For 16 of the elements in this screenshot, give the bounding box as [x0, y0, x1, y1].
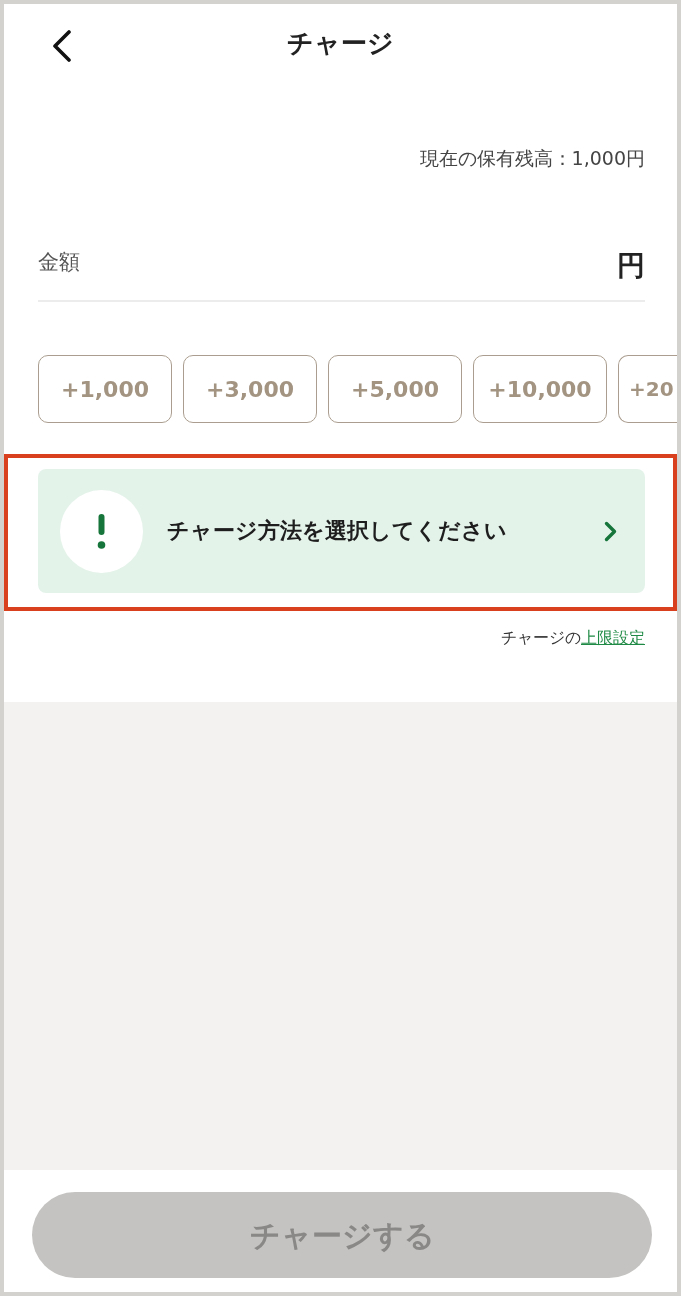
quick-amount-button[interactable]: +10,000 [473, 355, 607, 423]
quick-amount-button[interactable]: +1,000 [38, 355, 172, 423]
limit-setting-link[interactable]: 上限設定 [581, 628, 645, 647]
back-chevron-icon [51, 30, 73, 62]
balance-text: 現在の保有残高：1,000円 [419, 146, 645, 171]
amount-label: 金額 [38, 249, 80, 276]
amount-field[interactable]: 金額 円 [38, 242, 645, 302]
exclamation-icon [60, 489, 143, 573]
charge-method-prompt[interactable]: チャージ方法を選択してください [38, 469, 645, 593]
chevron-right-icon [604, 520, 617, 542]
quick-amount-button[interactable]: +5,000 [328, 355, 462, 423]
limit-setting-note: チャージの上限設定 [501, 627, 645, 649]
quick-amount-button[interactable]: +3,000 [183, 355, 317, 423]
currency-unit: 円 [617, 249, 645, 283]
quick-amount-button[interactable]: +20 [618, 355, 677, 423]
page-title: チャージ [287, 27, 394, 60]
